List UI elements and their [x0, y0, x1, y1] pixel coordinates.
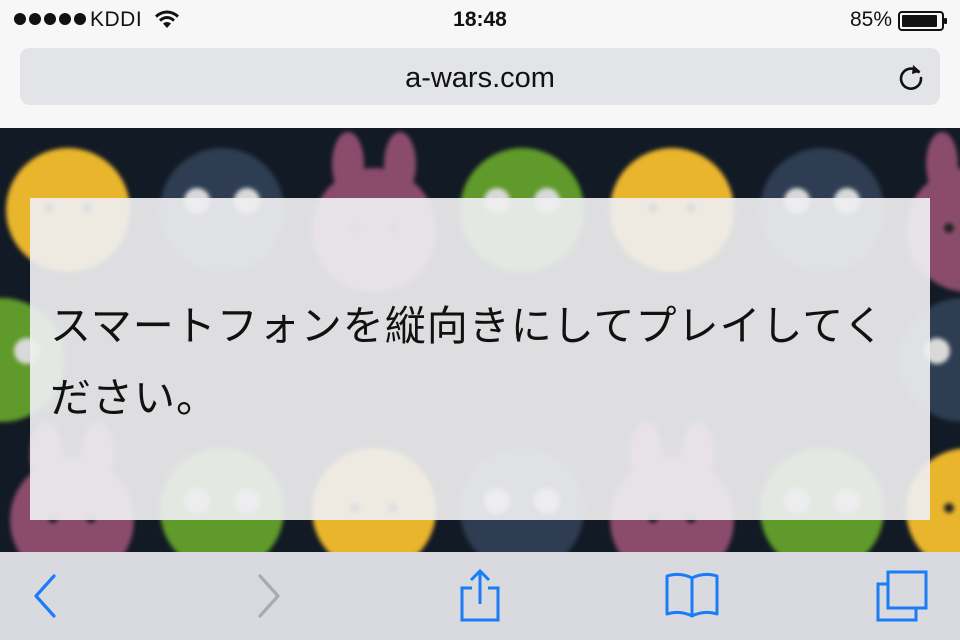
tabs-icon[interactable] [872, 568, 932, 624]
reload-icon[interactable] [896, 62, 926, 92]
navigation-bar: a-wars.com [0, 40, 960, 128]
back-icon[interactable] [18, 568, 78, 624]
game-canvas[interactable]: スマートフォンを縦向きにしてプレイしてください。 [0, 128, 960, 552]
clock: 18:48 [453, 8, 507, 31]
status-bar: KDDI 18:48 85% [0, 0, 960, 40]
address-bar[interactable]: a-wars.com [20, 48, 940, 105]
share-icon[interactable] [450, 568, 510, 624]
url-text[interactable]: a-wars.com [20, 62, 940, 95]
forward-icon[interactable] [236, 568, 296, 624]
orientation-notice: スマートフォンを縦向きにしてプレイしてください。 [30, 198, 930, 520]
battery-icon [898, 11, 947, 31]
battery-percentage: 85% [849, 8, 892, 31]
bookmarks-icon[interactable] [662, 568, 722, 624]
bottom-toolbar [0, 552, 960, 640]
orientation-message: スマートフォンを縦向きにしてプレイしてください。 [50, 302, 886, 422]
